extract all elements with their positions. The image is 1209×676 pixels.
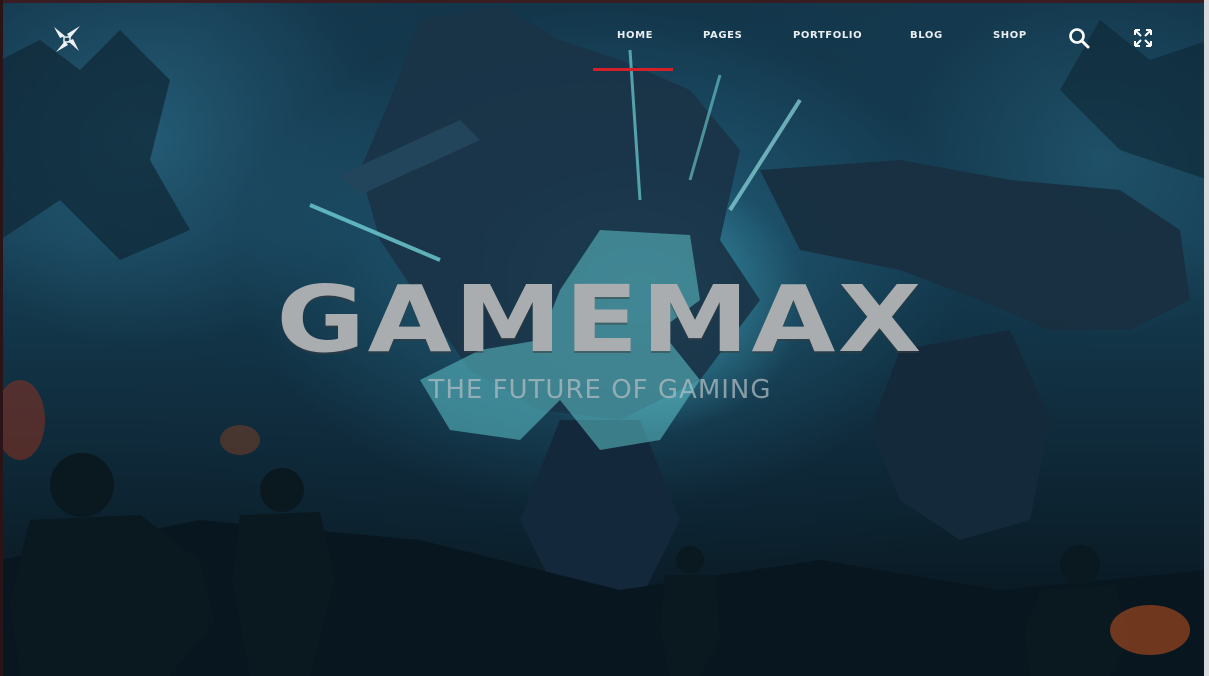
nav-item-pages[interactable]: PAGES <box>703 30 742 41</box>
top-border <box>0 0 1209 3</box>
hero-title: GAMEMAX <box>276 266 924 373</box>
scrollbar-track[interactable] <box>1204 0 1209 676</box>
hero-section: HOME PAGES PORTFOLIO BLOG SHOP GAMEMAX T… <box>0 0 1209 676</box>
hero-tagline: THE FUTURE OF GAMING <box>428 375 772 405</box>
expand-icon[interactable] <box>1132 27 1154 49</box>
active-nav-indicator <box>593 68 673 71</box>
nav-item-home[interactable]: HOME <box>617 30 653 41</box>
search-icon[interactable] <box>1068 27 1090 49</box>
main-nav: HOME PAGES PORTFOLIO BLOG SHOP <box>0 30 1209 50</box>
nav-item-shop[interactable]: SHOP <box>993 30 1027 41</box>
nav-item-portfolio[interactable]: PORTFOLIO <box>793 30 862 41</box>
nav-item-blog[interactable]: BLOG <box>910 30 943 41</box>
left-border <box>0 0 3 676</box>
